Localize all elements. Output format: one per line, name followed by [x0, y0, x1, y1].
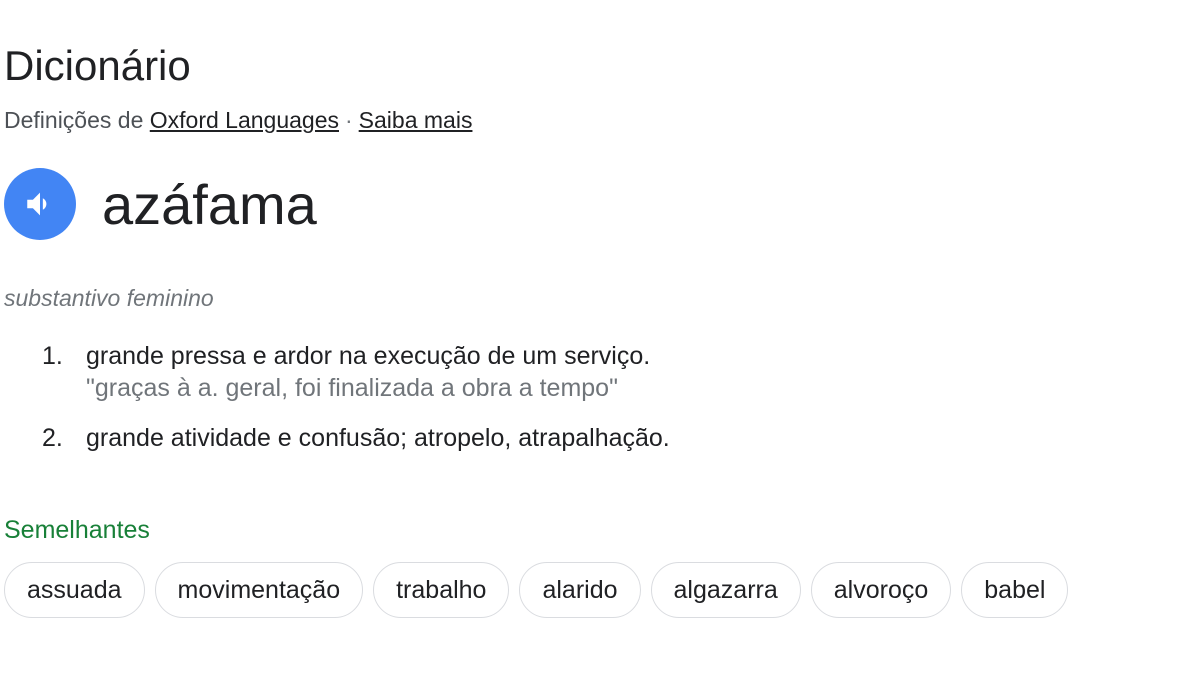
dictionary-card: Dicionário Definições de Oxford Language…: [0, 0, 1200, 675]
definition-list: 1. grande pressa e ardor na execução de …: [42, 340, 1142, 454]
similar-chip[interactable]: assuada: [4, 562, 145, 618]
similar-chip[interactable]: babel: [961, 562, 1069, 618]
similar-chip[interactable]: alarido: [519, 562, 641, 618]
part-of-speech: substantivo feminino: [4, 285, 214, 311]
definition-example: "graças à a. geral, foi finalizada a obr…: [86, 374, 618, 402]
definition-text: grande pressa e ardor na execução de um …: [86, 342, 651, 370]
similar-label: Semelhantes: [4, 516, 150, 544]
speaker-icon: [27, 192, 47, 216]
similar-chip[interactable]: alvoroço: [810, 562, 952, 618]
definition-text: grande atividade e confusão; atropelo, a…: [86, 424, 670, 452]
definition-item: 2. grande atividade e confusão; atropelo…: [42, 422, 1142, 454]
definition-number: 1.: [42, 342, 63, 370]
definition-item: 1. grande pressa e ardor na execução de …: [42, 340, 1142, 404]
similar-chips: assuada movimentação trabalho alarido al…: [4, 562, 1069, 618]
similar-chip[interactable]: trabalho: [373, 562, 510, 618]
separator: ·: [345, 107, 353, 133]
source-line: Definições de Oxford Languages · Saiba mai…: [4, 106, 472, 134]
pronunciation-button[interactable]: [4, 168, 76, 240]
headword: azáfama: [102, 173, 317, 236]
definition-number: 2.: [42, 424, 63, 452]
dictionary-title: Dicionário: [4, 42, 191, 89]
learn-more-link[interactable]: Saiba mais: [359, 107, 473, 133]
similar-chip[interactable]: movimentação: [154, 562, 364, 618]
source-prefix: Definições de: [4, 107, 144, 133]
similar-chip[interactable]: algazarra: [650, 562, 801, 618]
oxford-languages-link[interactable]: Oxford Languages: [150, 107, 339, 133]
